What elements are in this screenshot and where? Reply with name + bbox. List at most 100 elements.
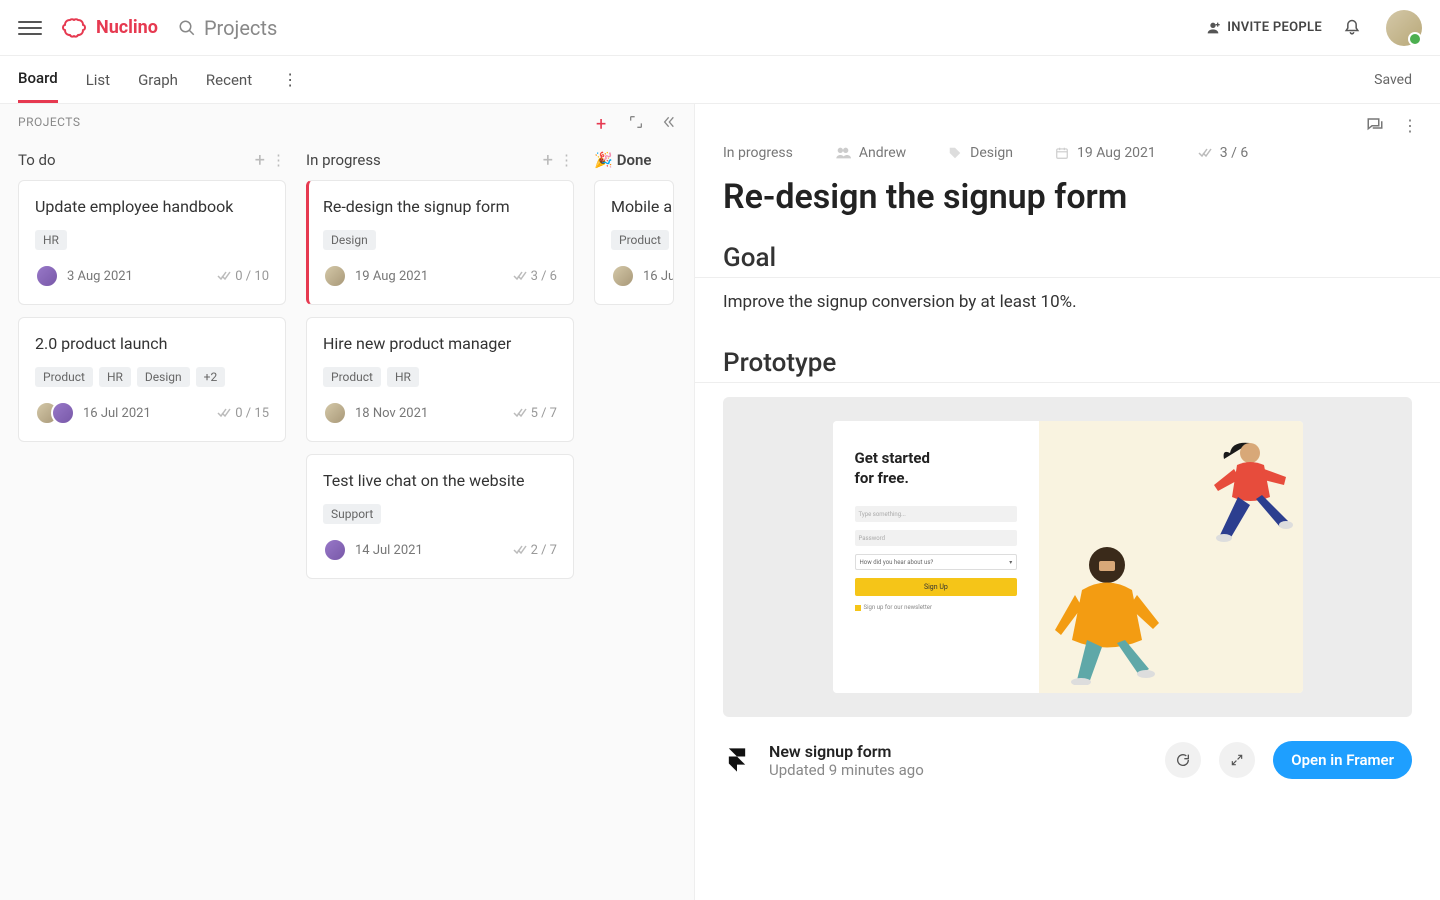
- detail-meta: In progress Andrew Design 19 Aug 2021 3 …: [695, 135, 1440, 171]
- invite-button[interactable]: INVITE PEOPLE: [1205, 20, 1322, 36]
- comments-icon[interactable]: [1366, 116, 1384, 134]
- column-add-icon[interactable]: +: [543, 150, 553, 171]
- goal-heading[interactable]: Goal: [695, 235, 1440, 278]
- user-avatar[interactable]: [1386, 10, 1422, 46]
- checklist-icon: [513, 408, 527, 418]
- card-avatars: [323, 264, 347, 288]
- prototype-heading[interactable]: Prototype: [695, 340, 1440, 383]
- card[interactable]: Hire new product manager Product HR 18 N…: [306, 317, 574, 442]
- menu-icon[interactable]: [18, 16, 42, 40]
- people-icon: [835, 146, 851, 160]
- tabs-more-icon[interactable]: ⋮: [280, 70, 300, 89]
- tag-icon: [948, 146, 962, 160]
- column-more-icon[interactable]: ⋮: [559, 151, 574, 169]
- column-title: In progress: [306, 151, 381, 169]
- calendar-icon: [1055, 146, 1069, 160]
- column-done: 🎉 Done Mobile ap Product 16 Jun: [594, 140, 684, 591]
- progress[interactable]: 3 / 6: [1198, 145, 1248, 161]
- tab-graph[interactable]: Graph: [138, 58, 178, 102]
- tab-list[interactable]: List: [86, 58, 110, 102]
- card-date: 3 Aug 2021: [67, 269, 133, 284]
- card-title: Re-design the signup form: [323, 197, 557, 216]
- tag: HR: [99, 367, 131, 387]
- bell-icon[interactable]: [1342, 18, 1362, 38]
- card-avatars: [35, 401, 75, 425]
- card[interactable]: Re-design the signup form Design 19 Aug …: [306, 180, 574, 305]
- proto-input: Password: [855, 530, 1018, 546]
- card[interactable]: Mobile ap Product 16 Jun: [594, 180, 674, 305]
- column-more-icon[interactable]: ⋮: [271, 151, 286, 169]
- card-title: Hire new product manager: [323, 334, 557, 353]
- column-inprogress: In progress + ⋮ Re-design the signup for…: [306, 140, 574, 591]
- column-emoji: 🎉: [594, 151, 613, 169]
- embed-info: New signup form Updated 9 minutes ago Op…: [695, 723, 1440, 797]
- tag: Support: [323, 504, 381, 524]
- expand-icon[interactable]: [628, 114, 644, 130]
- app-header: Nuclino Projects INVITE PEOPLE: [0, 0, 1440, 56]
- card-title: 2.0 product launch: [35, 334, 269, 353]
- board-label: PROJECTS: [18, 115, 81, 129]
- detail-title[interactable]: Re-design the signup form: [695, 171, 1440, 235]
- card-avatars: [35, 264, 59, 288]
- tag[interactable]: Design: [948, 145, 1013, 161]
- card-progress: 5 / 7: [513, 406, 557, 421]
- add-icon[interactable]: +: [596, 114, 612, 130]
- refresh-icon: [1175, 752, 1191, 768]
- expand-icon: [1230, 753, 1244, 767]
- card-title: Mobile ap: [611, 197, 657, 216]
- goal-text[interactable]: Improve the signup conversion by at leas…: [695, 292, 1440, 340]
- card-date: 14 Jul 2021: [355, 543, 423, 558]
- card-title: Update employee handbook: [35, 197, 269, 216]
- tag: Design: [137, 367, 190, 387]
- card-avatars: [323, 538, 347, 562]
- assignee[interactable]: Andrew: [835, 145, 906, 161]
- collapse-icon[interactable]: [660, 114, 676, 130]
- proto-checkbox: Sign up for our newsletter: [855, 604, 1018, 611]
- search[interactable]: Projects: [178, 16, 277, 40]
- embed-title: New signup form: [769, 742, 1147, 761]
- detail-more-icon[interactable]: ⋮: [1402, 116, 1418, 135]
- saved-status: Saved: [1374, 72, 1422, 88]
- card-date: 16 Jun: [643, 269, 674, 284]
- tag: +2: [196, 367, 226, 387]
- refresh-button[interactable]: [1165, 742, 1201, 778]
- embed-updated: Updated 9 minutes ago: [769, 761, 1147, 779]
- app-logo[interactable]: Nuclino: [62, 17, 158, 39]
- checklist-icon: [1198, 148, 1212, 158]
- search-icon: [178, 19, 196, 37]
- tab-recent[interactable]: Recent: [206, 58, 252, 102]
- tab-board[interactable]: Board: [18, 56, 58, 103]
- framer-icon: [723, 746, 751, 774]
- tag: Product: [323, 367, 381, 387]
- prototype-embed[interactable]: Get startedfor free. Type something... P…: [723, 397, 1412, 717]
- card[interactable]: Test live chat on the website Support 14…: [306, 454, 574, 579]
- search-placeholder: Projects: [204, 16, 277, 40]
- brain-icon: [62, 17, 90, 39]
- card-progress: 3 / 6: [513, 269, 557, 284]
- proto-submit: Sign Up: [855, 578, 1018, 596]
- card[interactable]: 2.0 product launch Product HR Design +2 …: [18, 317, 286, 442]
- detail-panel: ⋮ In progress Andrew Design 19 Aug 2021 …: [695, 104, 1440, 900]
- card-date: 16 Jul 2021: [83, 406, 151, 421]
- proto-select: How did you hear about us?▾: [855, 554, 1018, 570]
- card-avatars: [611, 264, 635, 288]
- prototype-preview: Get startedfor free. Type something... P…: [833, 421, 1303, 693]
- tag: Design: [323, 230, 376, 250]
- tag: HR: [387, 367, 419, 387]
- expand-button[interactable]: [1219, 742, 1255, 778]
- column-title: Done: [617, 151, 652, 169]
- due-date[interactable]: 19 Aug 2021: [1055, 145, 1156, 161]
- card-progress: 0 / 10: [217, 269, 269, 284]
- person-add-icon: [1205, 20, 1221, 36]
- status[interactable]: In progress: [723, 145, 793, 161]
- card[interactable]: Update employee handbook HR 3 Aug 2021 0…: [18, 180, 286, 305]
- view-tabs: Board List Graph Recent ⋮ Saved: [0, 56, 1440, 104]
- column-title: To do: [18, 151, 56, 169]
- column-add-icon[interactable]: +: [255, 150, 265, 171]
- open-framer-button[interactable]: Open in Framer: [1273, 741, 1412, 779]
- card-date: 18 Nov 2021: [355, 406, 428, 421]
- board-columns: To do + ⋮ Update employee handbook HR 3 …: [0, 140, 694, 591]
- checklist-icon: [513, 545, 527, 555]
- proto-input: Type something...: [855, 506, 1018, 522]
- tag: HR: [35, 230, 67, 250]
